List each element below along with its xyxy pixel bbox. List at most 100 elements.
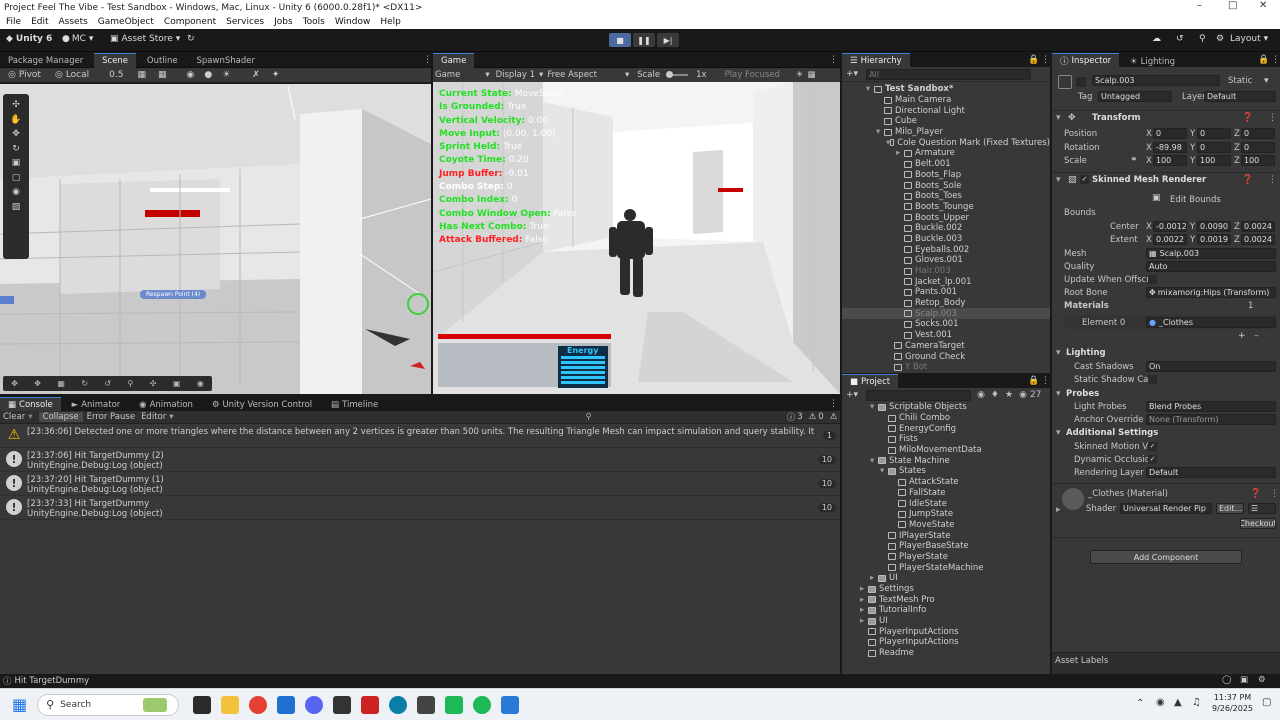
project-item[interactable]: PlayerState	[842, 552, 1050, 563]
static-shadow-checkbox[interactable]	[1148, 375, 1157, 384]
project-item[interactable]: Fists	[842, 434, 1050, 445]
dynamic-occlusion-checkbox[interactable]: ✓	[1148, 455, 1157, 464]
step-button[interactable]: ▶|	[657, 33, 679, 47]
center-y-field[interactable]: 0.0090	[1197, 221, 1231, 232]
more-icon[interactable]: ⋮	[1041, 55, 1050, 65]
project-item[interactable]: PlayerInputActions	[842, 626, 1050, 637]
tree-toggle-icon[interactable]: ▸	[860, 616, 868, 626]
search-icon[interactable]: ⚲	[1199, 34, 1206, 44]
tab-console[interactable]: ▦ Console	[0, 397, 61, 412]
screen-icon[interactable]: ▣	[1240, 675, 1248, 685]
additional-settings-section[interactable]: Additional Settings	[1066, 428, 1158, 438]
volume-icon[interactable]: ♫	[1192, 697, 1201, 708]
edge-icon[interactable]	[389, 695, 408, 714]
chevron-down-icon[interactable]: ▾	[1056, 428, 1061, 438]
tree-toggle-icon[interactable]: ▾	[870, 402, 878, 412]
checkout-button[interactable]: Checkout	[1240, 518, 1276, 529]
clear-dropdown-icon[interactable]: ▾	[28, 412, 32, 422]
label-icon[interactable]: ♦	[991, 390, 999, 400]
chevron-right-icon[interactable]: ▸	[1056, 505, 1061, 515]
extent-y-field[interactable]: 0.0019	[1197, 234, 1231, 245]
tab-spawnshader[interactable]: SpawnShader	[189, 54, 263, 69]
status-text[interactable]: Hit TargetDummy	[15, 676, 90, 686]
object-name-field[interactable]: Scalp.003	[1092, 75, 1220, 86]
audio-icon[interactable]: ✗	[252, 70, 260, 80]
project-item[interactable]: ▾ State Machine	[842, 455, 1050, 466]
menu-window[interactable]: Window	[335, 17, 371, 27]
hierarchy-item[interactable]: Gloves.001	[842, 255, 1050, 266]
bell-icon[interactable]: ◯	[1222, 675, 1232, 685]
element0-field[interactable]: ● _Clothes	[1146, 317, 1276, 328]
hierarchy-item[interactable]: Directional Light	[842, 105, 1050, 116]
tree-toggle-icon[interactable]: ▸	[870, 573, 878, 583]
more-icon[interactable]: ⋮	[829, 399, 838, 409]
project-item[interactable]: PlayerInputActions	[842, 637, 1050, 648]
project-item[interactable]: ▾ States	[842, 466, 1050, 477]
menu-file[interactable]: File	[6, 17, 21, 27]
hierarchy-item[interactable]: Boots_Tounge	[842, 202, 1050, 213]
hierarchy-item[interactable]: Retop_Body	[842, 298, 1050, 309]
hierarchy-item[interactable]: Eyeballs.002	[842, 244, 1050, 255]
hierarchy-item[interactable]: Boots_Toes	[842, 191, 1050, 202]
local-toggle[interactable]: Local	[66, 70, 89, 80]
hierarchy-item[interactable]: Vest.001	[842, 330, 1050, 341]
more-icon[interactable]: ⋮	[1271, 55, 1280, 65]
edit-bounds-icon[interactable]: ▣	[1152, 193, 1161, 203]
view-tool-icon[interactable]: ✣	[3, 98, 29, 113]
chevron-up-icon[interactable]: ⌃	[1136, 698, 1144, 709]
menu-help[interactable]: Help	[380, 17, 401, 27]
pan-icon[interactable]: ✣	[150, 379, 157, 388]
minimize-icon[interactable]: –	[1197, 0, 1202, 11]
hierarchy-item[interactable]: ▸ Armature	[842, 148, 1050, 159]
rendering-layer-dropdown[interactable]: Default	[1146, 467, 1276, 478]
more-icon[interactable]: ⋮	[1268, 113, 1277, 123]
quality-dropdown[interactable]: Auto	[1146, 261, 1276, 272]
hierarchy-search[interactable]: All	[866, 68, 1032, 80]
lock-icon[interactable]: 🔒	[1258, 55, 1269, 65]
lock-icon[interactable]: 🔒	[1028, 55, 1039, 65]
hierarchy-item[interactable]: Main Camera	[842, 95, 1050, 106]
menu-component[interactable]: Component	[164, 17, 216, 27]
project-item[interactable]: JumpState	[842, 509, 1050, 520]
visibility-icon[interactable]: ◉	[1019, 390, 1027, 400]
task-view-icon[interactable]	[193, 695, 212, 714]
windows-start-icon[interactable]: ▦	[12, 695, 27, 714]
gizmo-icon[interactable]: ◉	[197, 379, 204, 388]
draw-mode-icon[interactable]: ◉	[187, 70, 195, 80]
project-item[interactable]: IdleState	[842, 498, 1050, 509]
app-icon[interactable]	[501, 695, 520, 714]
project-item[interactable]: FallState	[842, 488, 1050, 499]
hierarchy-item[interactable]: Hair.003	[842, 266, 1050, 277]
project-item[interactable]: PlayerBaseState	[842, 541, 1050, 552]
menu-assets[interactable]: Assets	[59, 17, 88, 27]
error-pause-toggle[interactable]: Error Pause	[87, 412, 135, 422]
game-view[interactable]: Energy Current State: MoveState Is Grounde…	[433, 82, 840, 394]
settings-icon[interactable]: ⚙	[1216, 34, 1224, 44]
root-bone-field[interactable]: ✥ mixamorig:Hips (Transform)	[1146, 287, 1276, 298]
close-icon[interactable]: ✕	[1259, 0, 1267, 11]
anchor-override-field[interactable]: None (Transform)	[1146, 414, 1276, 425]
scale-z-field[interactable]: 100	[1241, 155, 1275, 166]
file-explorer-icon[interactable]	[221, 695, 240, 714]
hierarchy-item[interactable]: Belt.001	[842, 159, 1050, 170]
shader-options[interactable]: ☰	[1248, 503, 1276, 514]
camera-icon[interactable]: ↺	[104, 379, 111, 388]
more-icon[interactable]: ⋮	[829, 55, 838, 65]
lock-icon[interactable]: 🔒	[1028, 376, 1039, 386]
microphone-icon[interactable]: ◉	[1156, 697, 1165, 708]
notification-icon[interactable]: ▢	[1262, 697, 1271, 708]
tab-game[interactable]: Game	[433, 53, 475, 68]
probes-section[interactable]: Probes	[1066, 389, 1099, 399]
cast-shadows-dropdown[interactable]: On	[1146, 361, 1276, 372]
taskbar-search[interactable]: ⚲ Search	[37, 693, 180, 716]
rotation-z-field[interactable]: 0	[1241, 142, 1275, 153]
help-icon[interactable]: ❓	[1250, 489, 1261, 499]
rotation-y-field[interactable]: 0	[1197, 142, 1231, 153]
tab-scene[interactable]: Scene	[94, 53, 136, 68]
position-z-field[interactable]: 0	[1241, 128, 1275, 139]
hierarchy-item[interactable]: Scalp.003	[842, 308, 1050, 320]
unity-hub-icon[interactable]	[417, 695, 436, 714]
hierarchy-item[interactable]: Pants.001	[842, 287, 1050, 298]
update-offscreen-checkbox[interactable]	[1148, 275, 1157, 284]
more-icon[interactable]: ⋮	[1270, 489, 1279, 499]
